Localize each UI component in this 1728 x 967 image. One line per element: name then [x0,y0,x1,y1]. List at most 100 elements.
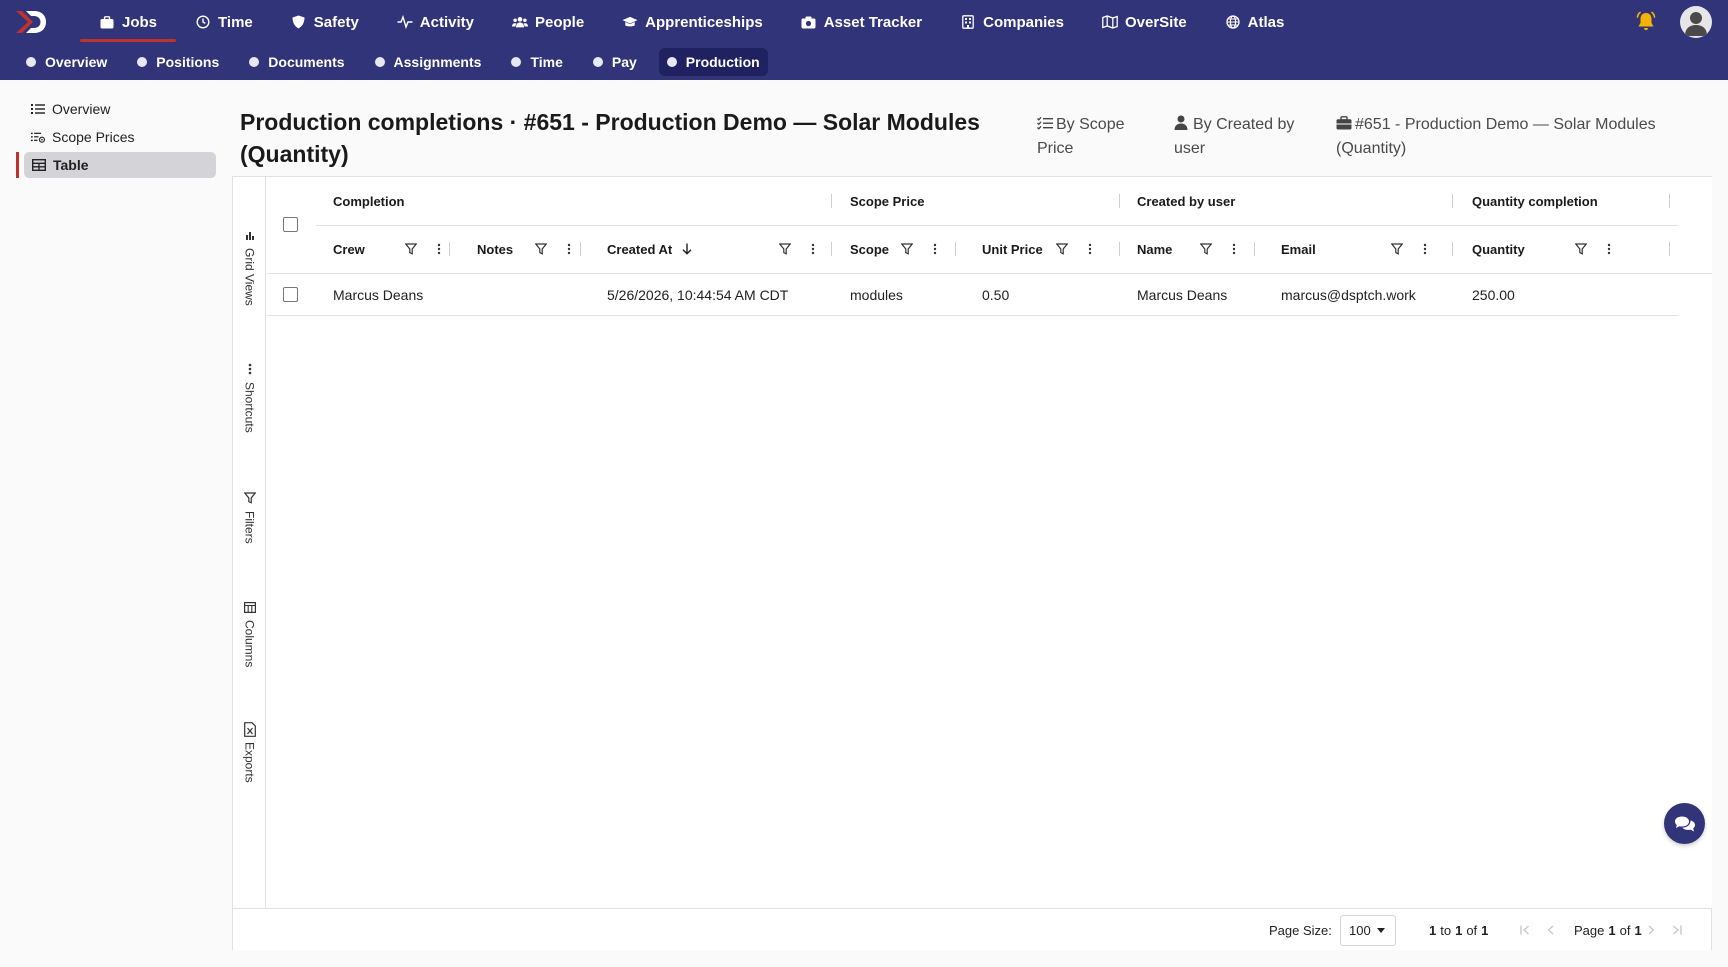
group-by-created-by-user-button[interactable]: By Created by user [1174,113,1304,161]
cell-crew[interactable]: Marcus Deans [316,274,423,316]
nav-asset-tracker-label: Asset Tracker [823,13,923,31]
nav-asset-tracker[interactable]: Asset Tracker [782,0,941,44]
column-menu-icon[interactable] [1419,242,1431,256]
group-separator[interactable] [1452,194,1453,208]
page-size-select[interactable]: 100 [1340,915,1396,946]
table-row[interactable]: Marcus Deans 5/26/2026, 10:44:54 AM CDT … [267,274,1678,316]
column-header-notes[interactable]: Notes [460,225,513,273]
column-resize-handle[interactable] [955,242,956,256]
column-menu-icon[interactable] [433,242,445,256]
filters-label: Filters [242,511,257,544]
filter-icon[interactable] [535,242,547,256]
range-to-word: to [1440,922,1452,938]
dot-icon [249,57,260,67]
column-header-crew[interactable]: Crew [316,225,365,273]
filter-icon[interactable] [1056,242,1068,256]
column-resize-handle[interactable] [449,242,450,256]
nav-atlas[interactable]: Atlas [1206,0,1304,44]
cell-email[interactable]: marcus@dsptch.work [1264,274,1416,316]
subnav-overview[interactable]: Overview [18,48,115,76]
cell-unit-price[interactable]: 0.50 [965,274,1009,316]
nav-companies[interactable]: Companies [941,0,1083,44]
table-icon [32,158,46,172]
column-header-created-at[interactable]: Created At [590,225,692,273]
filters-tab[interactable]: Filters [233,491,266,544]
nav-apprenticeships[interactable]: Apprenticeships [603,0,782,44]
filter-icon[interactable] [779,242,791,256]
job-sub-navigation: Overview Positions Documents Assignments… [0,44,1728,80]
subnav-time[interactable]: Time [503,48,570,76]
left-menu-scope-prices[interactable]: Scope Prices [16,124,216,150]
job-link-button[interactable]: #651 - Production Demo — Solar Modules (Q… [1336,113,1676,161]
column-resize-handle[interactable] [831,242,832,256]
subnav-pay[interactable]: Pay [585,48,645,76]
filter-icon[interactable] [1200,242,1212,256]
nav-activity[interactable]: Activity [378,0,493,44]
column-menu-icon[interactable] [929,242,941,256]
column-menu-icon[interactable] [1603,242,1615,256]
group-separator[interactable] [1669,194,1670,208]
filter-icon[interactable] [1575,242,1587,256]
column-resize-handle[interactable] [580,242,581,256]
shortcuts-tab[interactable]: Shortcuts [233,362,266,433]
filter-icon[interactable] [901,242,913,256]
column-notes-label: Notes [477,241,514,257]
column-header-email[interactable]: Email [1264,225,1316,273]
grid-views-tab[interactable]: Grid Views [233,228,266,306]
group-by-scope-price-button[interactable]: By Scope Price [1037,113,1147,161]
column-resize-handle[interactable] [1254,242,1255,256]
next-page-icon[interactable] [1643,922,1659,938]
cell-quantity[interactable]: 250.00 [1455,274,1515,316]
filter-icon[interactable] [405,242,417,256]
column-menu-icon[interactable] [1084,242,1096,256]
list-check-icon [1037,114,1053,130]
nav-oversite[interactable]: OverSite [1083,0,1206,44]
first-page-icon[interactable] [1517,922,1533,938]
chat-support-button[interactable] [1664,803,1705,844]
column-header-scope[interactable]: Scope [833,225,889,273]
left-menu-table[interactable]: Table [16,152,216,178]
nav-jobs[interactable]: Jobs [80,0,177,44]
group-created-by-user: Created by user [1137,193,1236,209]
column-menu-icon[interactable] [563,242,575,256]
group-separator[interactable] [831,194,832,208]
columns-tab[interactable]: Columns [233,600,266,667]
nav-safety[interactable]: Safety [272,0,378,44]
cell-created-at[interactable]: 5/26/2026, 10:44:54 AM CDT [590,274,788,316]
column-resize-handle[interactable] [1669,242,1670,256]
cell-notes[interactable] [460,274,477,316]
user-avatar[interactable] [1680,6,1712,38]
cell-scope[interactable]: modules [833,274,903,316]
grid-side-rail: Grid Views Shortcuts Filters Columns Exp… [233,177,266,908]
activity-icon [397,14,413,30]
subnav-documents[interactable]: Documents [241,48,352,76]
page-indicator: Page 1 of 1 [1574,909,1642,951]
subnav-assignments[interactable]: Assignments [367,48,490,76]
previous-page-icon[interactable] [1543,922,1559,938]
exports-tab[interactable]: Exports [233,721,266,783]
briefcase-icon [99,14,115,30]
column-header-name[interactable]: Name [1120,225,1172,273]
subnav-positions[interactable]: Positions [129,48,227,76]
column-header-quantity[interactable]: Quantity [1455,225,1525,273]
dispatch-logo-icon[interactable] [14,9,48,35]
column-resize-handle[interactable] [1452,242,1453,256]
column-menu-icon[interactable] [1228,242,1240,256]
group-by-scope-price-line1: By Scope [1056,116,1125,133]
cell-name[interactable]: Marcus Deans [1120,274,1227,316]
dot-icon [374,57,385,67]
job-line2: (Quantity) [1336,140,1407,157]
row-select-checkbox[interactable] [283,287,298,302]
last-page-icon[interactable] [1669,922,1685,938]
left-menu-overview[interactable]: Overview [16,96,216,122]
column-header-unit-price[interactable]: Unit Price [965,225,1043,273]
exports-label: Exports [242,742,257,783]
filter-icon[interactable] [1391,242,1403,256]
column-menu-icon[interactable] [807,242,819,256]
subnav-production[interactable]: Production [658,48,768,76]
column-unit-price-label: Unit Price [982,241,1043,257]
nav-time[interactable]: Time [176,0,272,44]
notifications-bell-icon[interactable] [1634,10,1658,34]
column-quantity-label: Quantity [1472,241,1525,257]
nav-people[interactable]: People [493,0,603,44]
